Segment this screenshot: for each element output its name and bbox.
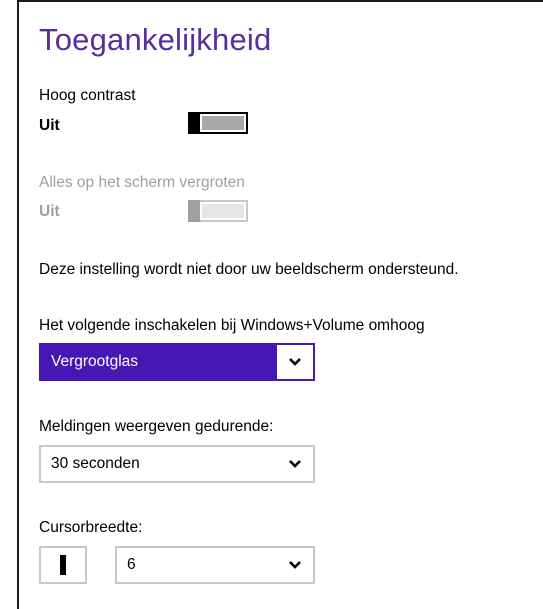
magnify-state: Uit: [39, 203, 60, 220]
accessibility-pane: Toegankelijkheid Hoog contrast Uit Alles…: [39, 0, 539, 609]
toggle-track: [202, 204, 244, 218]
magnify-label: Alles op het scherm vergroten: [39, 174, 245, 191]
high-contrast-label: Hoog contrast: [39, 87, 136, 104]
chevron-down-icon: [277, 447, 313, 481]
cursor-width-label: Cursorbreedte:: [39, 519, 143, 536]
toggle-thumb: [188, 112, 200, 134]
high-contrast-state: Uit: [39, 117, 60, 134]
notifications-dropdown-value: 30 seconden: [51, 455, 140, 472]
hotkey-dropdown-value: Vergrootglas: [51, 353, 139, 370]
cursor-width-dropdown[interactable]: 6: [115, 546, 315, 584]
cursor-preview-bar: [60, 555, 66, 575]
high-contrast-toggle[interactable]: [188, 112, 248, 134]
magnify-toggle[interactable]: [188, 200, 248, 222]
toggle-thumb: [188, 200, 200, 222]
notifications-dropdown[interactable]: 30 seconden: [39, 445, 315, 483]
hotkey-dropdown[interactable]: Vergrootglas: [39, 343, 315, 381]
toggle-track: [202, 116, 244, 130]
hotkey-label: Het volgende inschakelen bij Windows+Vol…: [39, 317, 425, 334]
notifications-label: Meldingen weergeven gedurende:: [39, 418, 274, 435]
cursor-preview: [39, 546, 87, 584]
cursor-width-dropdown-value: 6: [127, 556, 136, 573]
page-title: Toegankelijkheid: [39, 22, 272, 57]
chevron-down-icon: [277, 548, 313, 582]
unsupported-notice: Deze instelling wordt niet door uw beeld…: [39, 261, 459, 278]
chevron-down-icon: [277, 345, 313, 379]
